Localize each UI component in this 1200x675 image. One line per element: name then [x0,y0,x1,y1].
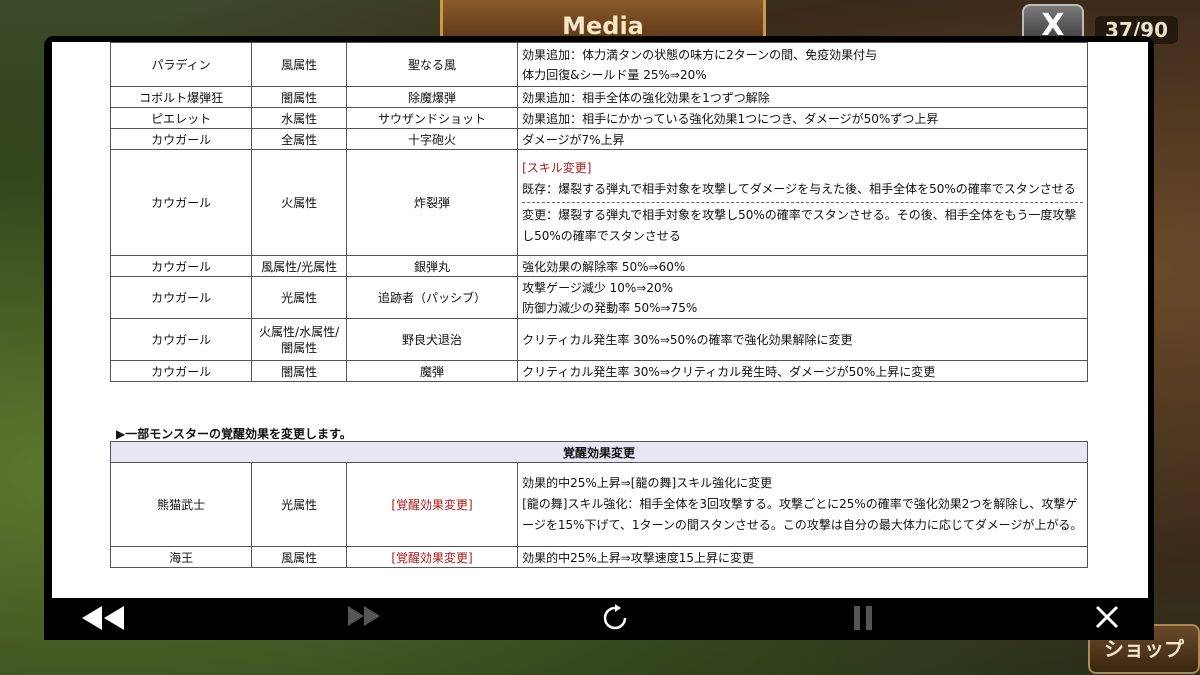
effect-text: 防御力減少の発動率 50%⇒75% [522,300,698,315]
skill-change-table: パラディン 風属性 聖なる風 効果追加：体力満タンの状態の味方に2ターンの間、免… [109,42,1088,382]
effect-text: クリティカル発生率 30%⇒50%の確率で強化効果解除に変更 [517,318,1088,361]
table-header-row: 覚醒効果変更 [110,441,1088,463]
effect-text: ダメージが7%上昇 [517,128,1088,150]
attribute: 闇属性 [251,86,347,108]
monster-name: カウガール [109,360,253,382]
skill-change-tag: [スキル変更] [522,161,592,175]
effect-text: [龍の舞]スキル強化：相手全体を3回攻撃する。攻撃ごとに25%の確率で強化効果2… [522,497,1083,532]
skill-name: 銀弾丸 [345,255,519,277]
attribute: 光属性 [251,276,347,319]
skill-change-tag: [覚醒効果変更] [345,462,519,547]
table-row: パラディン 風属性 聖なる風 効果追加：体力満タンの状態の味方に2ターンの間、免… [109,42,1088,87]
replay-icon[interactable] [600,604,630,634]
attribute: 光属性 [251,462,347,547]
section-title: ▶一部モンスターの覚醒効果を変更します。 [116,427,352,441]
rewind-icon[interactable] [78,604,128,634]
skill-name: 除魔爆弾 [345,86,519,108]
fast-forward-icon[interactable] [342,604,386,634]
attribute: 水属性 [251,107,347,129]
table-row: コボルト爆弾狂 闇属性 除魔爆弾 効果追加：相手全体の強化効果を1つずつ解除 [109,86,1088,108]
effect-before: 既存：爆裂する弾丸で相手対象を攻撃してダメージを与えた後、相手全体を50%の確率… [522,182,1076,196]
table-row: カウガール 火属性/水属性/闇属性 野良犬退治 クリティカル発生率 30%⇒50… [109,318,1088,361]
media-controls [44,598,1154,640]
table-row: カウガール 全属性 十字砲火 ダメージが7%上昇 [109,128,1088,150]
table-row: カウガール 闇属性 魔弾 クリティカル発生率 30%⇒クリティカル発生時、ダメー… [109,360,1088,382]
effect-text: 強化効果の解除率 50%⇒60% [517,255,1088,277]
skill-name: 追跡者（パッシブ） [345,276,519,319]
close-icon[interactable] [1092,604,1122,634]
skill-name: 十字砲火 [345,128,519,150]
effect-text: 体力回復&シールド量 25%⇒20% [522,67,707,82]
skill-change-tag: [覚醒効果変更] [345,546,519,568]
attribute: 火属性 [251,149,347,256]
monster-name: 海王 [109,546,253,568]
effect-cell: 効果追加：体力満タンの状態の味方に2ターンの間、免疫効果付与 体力回復&シールド… [517,42,1088,87]
skill-name: サウザンドショット [345,107,519,129]
attribute: 火属性/水属性/闇属性 [251,318,347,361]
table-row: 海王 風属性 [覚醒効果変更] 効果的中25%上昇⇒攻撃速度15上昇に変更 [109,546,1088,568]
monster-name: ピエレット [109,107,253,129]
monster-name: カウガール [109,318,253,361]
effect-text: 効果追加：相手にかかっている強化効果1つにつき、ダメージが50%ずつ上昇 [517,107,1088,129]
table-row: カウガール 風属性/光属性 銀弾丸 強化効果の解除率 50%⇒60% [109,255,1088,277]
attribute: 風属性/光属性 [251,255,347,277]
monster-name: 熊猫武士 [109,462,253,547]
effect-text: クリティカル発生率 30%⇒クリティカル発生時、ダメージが50%上昇に変更 [517,360,1088,382]
effect-cell: [スキル変更] 既存：爆裂する弾丸で相手対象を攻撃してダメージを与えた後、相手全… [517,149,1088,256]
table-row: 熊猫武士 光属性 [覚醒効果変更] 効果的中25%上昇⇒[龍の舞]スキル強化に変… [109,462,1088,547]
skill-name: 聖なる風 [345,42,519,87]
monster-name: カウガール [109,128,253,150]
monster-name: カウガール [109,276,253,319]
attribute: 風属性 [251,42,347,87]
skill-name: 炸裂弾 [345,149,519,256]
effect-text: 攻撃ゲージ減少 10%⇒20% [522,280,674,295]
effect-text: 効果的中25%上昇⇒[龍の舞]スキル強化に変更 [522,476,773,490]
effect-text: 効果追加：体力満タンの状態の味方に2ターンの間、免疫効果付与 [522,47,878,62]
table-row: カウガール 火属性 炸裂弾 [スキル変更] 既存：爆裂する弾丸で相手対象を攻撃し… [109,149,1088,256]
attribute: 全属性 [251,128,347,150]
skill-name: 魔弾 [345,360,519,382]
awakening-change-table: 覚醒効果変更 熊猫武士 光属性 [覚醒効果変更] 効果的中25%上昇⇒[龍の舞]… [109,441,1088,568]
monster-name: パラディン [109,42,253,87]
monster-name: コボルト爆弾狂 [109,86,253,108]
effect-text: 効果的中25%上昇⇒攻撃速度15上昇に変更 [517,546,1088,568]
monster-name: カウガール [109,255,253,277]
effect-text: 効果追加：相手全体の強化効果を1つずつ解除 [517,86,1088,108]
effect-cell: 攻撃ゲージ減少 10%⇒20% 防御力減少の発動率 50%⇒75% [517,276,1088,319]
table-row: ピエレット 水属性 サウザンドショット 効果追加：相手にかかっている強化効果1つ… [109,107,1088,129]
notice-content[interactable]: パラディン 風属性 聖なる風 効果追加：体力満タンの状態の味方に2ターンの間、免… [52,42,1148,598]
table-row: カウガール 光属性 追跡者（パッシブ） 攻撃ゲージ減少 10%⇒20% 防御力減… [109,276,1088,319]
attribute: 風属性 [251,546,347,568]
effect-cell: 効果的中25%上昇⇒[龍の舞]スキル強化に変更 [龍の舞]スキル強化：相手全体を… [517,462,1088,547]
skill-name: 野良犬退治 [345,318,519,361]
monster-name: カウガール [109,149,253,256]
pause-icon[interactable] [848,604,878,634]
table-header: 覚醒効果変更 [110,441,1088,463]
attribute: 闇属性 [251,360,347,382]
effect-after: 変更：爆裂する弾丸で相手対象を攻撃し50%の確率でスタンさせる。その後、相手全体… [522,202,1083,247]
